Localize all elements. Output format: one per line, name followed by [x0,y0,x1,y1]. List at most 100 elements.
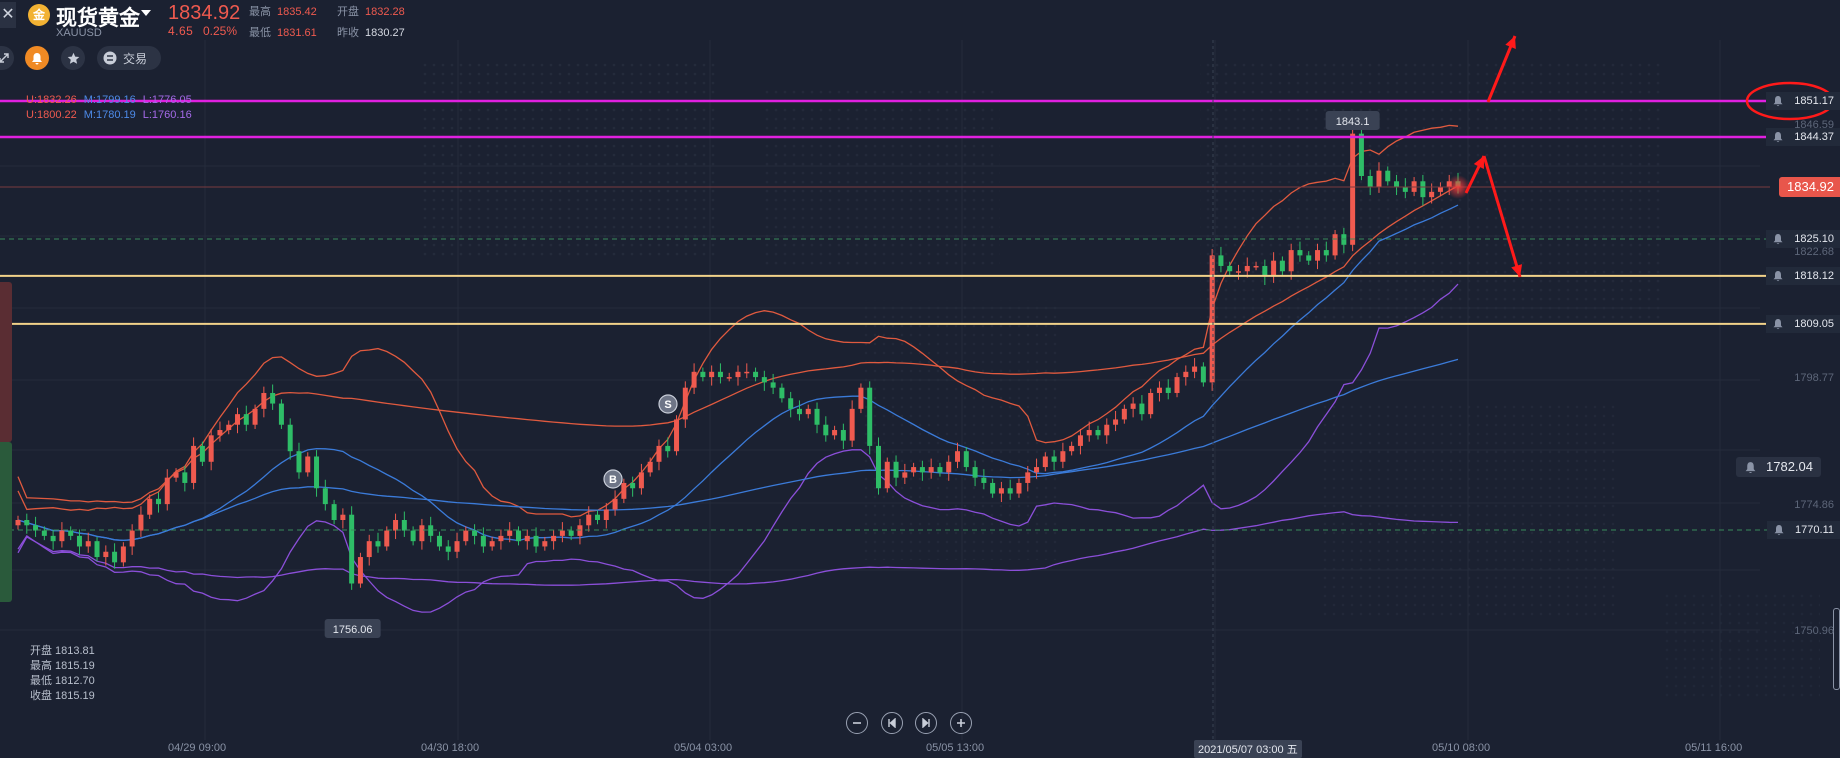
candle-body [331,504,337,520]
candle-body [1350,133,1356,245]
candle-body [691,371,697,388]
crosshair-time-label: 2021/05/07 03:00 五 [1194,740,1302,758]
time-axis-label: 05/10 08:00 [1432,742,1491,754]
price-axis-label-alert[interactable]: 1851.17 [1766,92,1840,110]
candle-body [832,430,838,436]
price-axis-label-faint: 1798.77 [1794,372,1834,385]
alert-bell-icon[interactable] [1772,233,1784,245]
vertical-scrollbar[interactable] [1833,608,1840,690]
candle-body [867,387,873,446]
candle-body [454,541,460,552]
ohlc-close-label: 收盘 [30,690,52,702]
buy-side-bar[interactable] [0,442,12,602]
candle-body [1060,451,1066,462]
trade-button[interactable]: 交易 [97,46,161,70]
sell-side-bar[interactable] [0,282,12,442]
chevron-down-icon[interactable] [141,10,151,16]
candle-body [875,445,881,489]
zoom-in-button[interactable] [950,712,972,734]
candle-body [753,371,759,378]
candle-body [1209,255,1215,383]
candle-body [436,535,442,547]
candle-body [717,371,723,378]
buy-marker: B [609,474,617,486]
ohlc-open-value: 1813.81 [55,645,95,657]
candle-body [1139,403,1145,415]
time-axis-label: 05/04 03:00 [674,742,733,754]
candle-body [630,482,636,489]
candle-body [287,424,293,452]
candle-body [261,392,267,409]
alert-bell-icon[interactable] [1772,131,1784,143]
candle-body [770,382,776,388]
bell-icon[interactable] [25,46,49,70]
candle-body [314,456,320,489]
candle-body [796,408,802,415]
candle-body [533,535,539,547]
candle-body [85,541,91,547]
candle-body [94,541,100,558]
low-value: 1831.61 [277,27,317,39]
candle-body [1007,488,1013,494]
candle-body [1148,392,1154,415]
candle-body [1358,133,1364,176]
candle-body [1174,377,1180,393]
candle-body [191,445,197,483]
candle-body [1086,430,1092,436]
legend-mid-1: M:1799.16 [83,94,136,106]
ohlc-open-label: 开盘 [30,645,52,657]
candle-body [709,371,715,378]
candle-body [489,541,495,547]
candle-body [1156,387,1162,393]
candle-body [1429,191,1435,198]
scroll-end-button[interactable] [915,712,937,734]
candle-body [726,377,732,379]
quote-header: ✕ 金 现货黄金 XAUUSD 1834.92 4.65 0.25% 最高 183… [0,0,440,40]
time-axis-label: 04/29 09:00 [168,742,227,754]
candle-body [1069,445,1075,452]
candle-body [1218,255,1224,266]
candle-body [761,377,767,383]
last-price: 1834.92 [168,2,241,24]
candle-body [76,535,82,547]
price-axis-label-alert[interactable]: 1809.05 [1766,314,1840,333]
candle-body [1271,260,1277,277]
close-icon[interactable]: ✕ [0,2,16,28]
price-axis-label-alert[interactable]: 1844.37 [1766,127,1840,146]
sell-marker: S [664,399,671,411]
candle-body [1367,175,1373,187]
candle-body [1042,456,1048,468]
candle-body [1121,408,1127,420]
candle-body [1095,430,1101,436]
candle-body [463,530,469,542]
price-axis-label-alert[interactable]: 1770.11 [1767,521,1840,539]
ohlc-low-value: 1812.70 [55,675,95,687]
time-axis-label: 05/05 13:00 [926,742,985,754]
price-chart[interactable]: 1843.1 1756.06 B S [0,0,1840,755]
open-value: 1832.28 [365,6,405,18]
candle-body [103,551,109,558]
candle-body [674,419,680,452]
candle-body [814,408,820,425]
high-label: 最高 [249,6,271,18]
candle-body [990,482,996,494]
candle-body [217,430,223,436]
alert-bell-icon[interactable] [1772,270,1784,282]
alert-bell-icon[interactable] [1773,524,1785,536]
zoom-out-button[interactable] [846,712,868,734]
candle-body [656,445,662,462]
prev-close-value: 1830.27 [365,27,405,39]
alert-bell-icon[interactable] [1772,95,1784,107]
scroll-start-button[interactable] [881,712,903,734]
star-icon[interactable] [61,46,85,70]
price-axis-label-alert[interactable]: 1818.12 [1766,266,1840,285]
alert-bell-icon[interactable] [1772,318,1784,330]
candle-body [1235,271,1241,273]
candle-body [1025,472,1031,483]
legend-lower-2: L:1760.16 [142,109,192,121]
candle-body [1420,181,1426,198]
candle-body [638,472,644,489]
high-value: 1835.42 [277,6,317,18]
instrument-symbol: XAUUSD [56,27,102,39]
price-alert-tag[interactable]: 1782.04 [1736,456,1821,477]
